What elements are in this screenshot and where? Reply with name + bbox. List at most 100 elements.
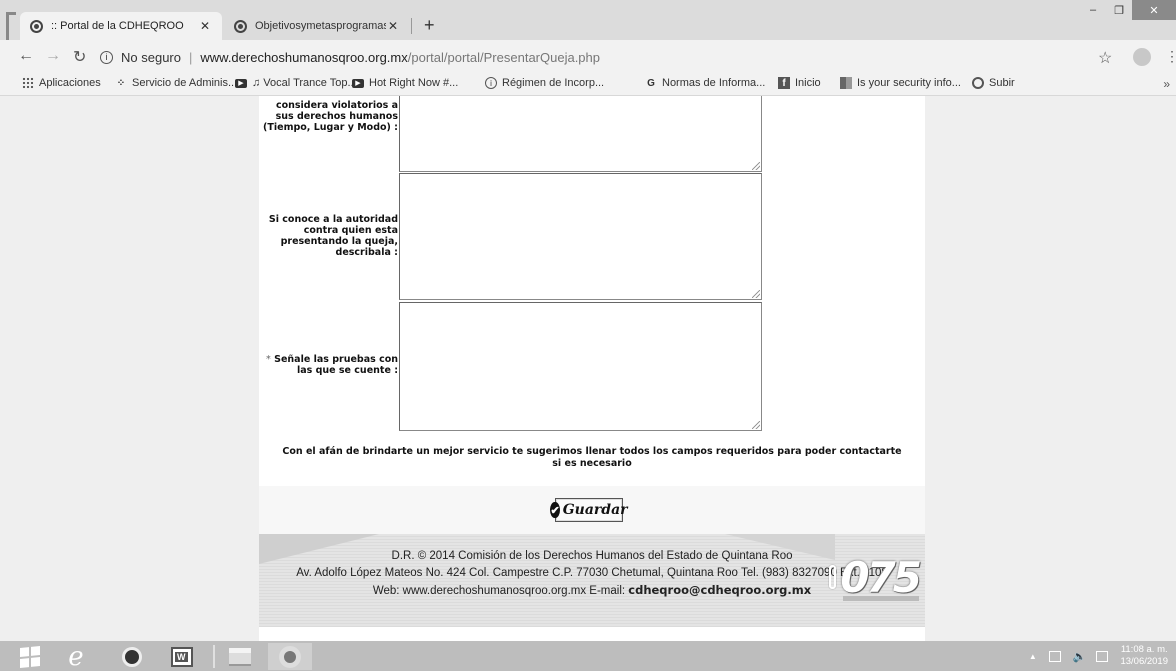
footer-text: D.R. © 2014 Comisión de los Derechos Hum… xyxy=(259,548,925,600)
browser-toolbar: ← → ↻ i No seguro | www.derechoshumanosq… xyxy=(0,40,1176,74)
address-separator: | xyxy=(188,49,193,65)
internet-explorer-button[interactable]: e xyxy=(54,643,98,670)
reload-icon[interactable]: ↻ xyxy=(73,47,86,67)
window-controls: – ❐ ✕ xyxy=(1080,0,1176,22)
label-line: presentando la queja, xyxy=(280,236,398,247)
apps-grid-icon xyxy=(22,77,34,89)
profile-avatar-icon[interactable] xyxy=(1133,48,1151,66)
save-button[interactable]: ✔ Guardar xyxy=(550,498,628,522)
label-line: describala : xyxy=(335,247,398,258)
url-path: /portal/portal/PresentarQueja.php xyxy=(407,49,600,65)
required-marker: * xyxy=(266,354,271,365)
bookmarks-bar: Aplicaciones ⁘ Servicio de Adminis... ▶ … xyxy=(0,74,1176,96)
label-line: (Tiempo, Lugar y Modo) : xyxy=(263,122,398,133)
bookmark-subir[interactable]: Subir xyxy=(972,77,1015,89)
bookmark-normas[interactable]: G Normas de Informa... xyxy=(645,77,765,89)
bookmark-inicio[interactable]: f Inicio xyxy=(778,77,821,89)
word-icon: W xyxy=(171,646,193,667)
tab-separator xyxy=(411,18,412,34)
google-icon: G xyxy=(647,77,655,89)
pruebas-label: * Señale las pruebas con las que se cuen… xyxy=(259,354,398,376)
tab-objetivos[interactable]: Objetivosymetasprogramasaprob ✕ xyxy=(224,12,410,40)
back-arrow-icon[interactable]: ← xyxy=(18,47,34,65)
bookmark-label: Is your security info... xyxy=(857,77,961,89)
bookmark-servicio-administracion[interactable]: ⁘ Servicio de Adminis... xyxy=(115,77,237,89)
firefox-button[interactable] xyxy=(110,643,154,670)
address-bar[interactable]: i No seguro | www.derechoshumanosqroo.or… xyxy=(100,46,1100,68)
system-tray: ▲ 🔈 11:08 a. m. 13/06/2019 xyxy=(1029,641,1176,671)
network-icon[interactable] xyxy=(1048,650,1061,662)
close-tab-icon[interactable]: ✕ xyxy=(386,19,400,33)
bookmark-star-icon[interactable]: ☆ xyxy=(1098,48,1112,68)
page-viewport: considera violatorios a sus derechos hum… xyxy=(0,96,1176,641)
chrome-button[interactable] xyxy=(268,643,312,670)
autoridad-label: Si conoce a la autoridad contra quien es… xyxy=(259,214,398,258)
facebook-icon: f xyxy=(778,77,790,89)
label-line: sus derechos humanos xyxy=(275,111,398,122)
autoridad-textarea[interactable] xyxy=(399,173,762,300)
address-line: Av. Adolfo López Mateos No. 424 Col. Cam… xyxy=(296,567,888,579)
windows-logo-icon xyxy=(20,645,40,668)
sat-icon: ⁘ xyxy=(116,77,126,89)
start-button[interactable] xyxy=(8,643,52,670)
windows-taskbar: e W ▲ 🔈 11:08 a. m. 13/06/2019 xyxy=(0,641,1176,671)
file-explorer-button[interactable] xyxy=(218,643,262,670)
logo-text: 075 xyxy=(840,552,922,602)
youtube-icon: ▶ xyxy=(235,78,247,88)
resize-grip-icon[interactable] xyxy=(752,421,760,429)
forward-arrow-icon[interactable]: → xyxy=(45,47,61,65)
close-tab-icon[interactable]: ✕ xyxy=(198,19,212,33)
microsoft-icon xyxy=(840,77,852,89)
bookmark-hot-right-now[interactable]: ▶ Hot Right Now #... xyxy=(352,77,458,89)
file-explorer-icon xyxy=(229,647,251,666)
label-line: las que se cuente : xyxy=(296,365,398,376)
globe-icon xyxy=(234,19,247,33)
clock[interactable]: 11:08 a. m. 13/06/2019 xyxy=(1120,644,1168,668)
label-line: Si conoce a la autoridad xyxy=(268,214,398,225)
bookmark-label: Inicio xyxy=(795,77,821,89)
more-bookmarks-icon[interactable]: » xyxy=(1163,77,1170,91)
globe-icon xyxy=(30,19,43,33)
bookmark-label: Subir xyxy=(989,77,1015,89)
hechos-textarea[interactable] xyxy=(399,96,762,172)
tab-title: :: Portal de la CDHEQROO xyxy=(51,20,184,32)
tab-portal-cdheqroo[interactable]: :: Portal de la CDHEQROO ✕ xyxy=(20,12,222,40)
new-tab-button[interactable]: + xyxy=(424,14,435,36)
tab-bar: :: Portal de la CDHEQROO ✕ Objetivosymet… xyxy=(0,0,1176,40)
logo-075: 075 xyxy=(829,552,922,602)
more-menu-icon[interactable]: ⋮ xyxy=(1165,48,1176,65)
bookmark-label: Hot Right Now #... xyxy=(369,77,459,89)
web-text: Web: www.derechoshumanosqroo.org.mx E-ma… xyxy=(372,585,629,597)
minimize-button[interactable]: – xyxy=(1080,0,1106,20)
site-footer: D.R. © 2014 Comisión de los Derechos Hum… xyxy=(259,534,925,627)
chrome-icon xyxy=(279,645,301,668)
resize-grip-icon[interactable] xyxy=(752,290,760,298)
form-note: Con el afán de brindarte un mejor servic… xyxy=(282,446,902,469)
url-host: www.derechoshumanosqroo.org.mx xyxy=(200,49,408,65)
email-link[interactable]: cdheqroo@cdheqroo.org.mx xyxy=(628,583,811,597)
speaker-icon[interactable]: 🔈 xyxy=(1073,650,1087,663)
word-button[interactable]: W xyxy=(160,643,204,670)
close-window-button[interactable]: ✕ xyxy=(1132,0,1176,20)
bookmark-label: ♫ Vocal Trance Top... xyxy=(252,77,357,89)
bookmark-security-info[interactable]: Is your security info... xyxy=(840,77,961,89)
hechos-label: considera violatorios a sus derechos hum… xyxy=(259,100,398,133)
complaint-form-panel: considera violatorios a sus derechos hum… xyxy=(259,96,925,641)
action-center-icon[interactable] xyxy=(1096,650,1109,662)
phone-icon xyxy=(829,565,837,589)
checkmark-icon: ✔ xyxy=(550,502,560,518)
label-line: considera violatorios a xyxy=(275,100,398,111)
bookmark-label: Normas de Informa... xyxy=(662,77,766,89)
bookmark-regimen[interactable]: i Régimen de Incorp... xyxy=(485,77,604,89)
tab-strip-edge xyxy=(6,12,16,40)
restore-button[interactable]: ❐ xyxy=(1106,0,1132,20)
security-status: No seguro xyxy=(121,49,181,65)
copyright-line: D.R. © 2014 Comisión de los Derechos Hum… xyxy=(391,550,793,562)
logo-strip xyxy=(843,596,919,601)
show-hidden-icons-icon[interactable]: ▲ xyxy=(1029,652,1037,661)
resize-grip-icon[interactable] xyxy=(752,162,760,170)
info-icon[interactable]: i xyxy=(100,50,113,64)
bookmark-aplicaciones[interactable]: Aplicaciones xyxy=(22,77,101,89)
pruebas-textarea[interactable] xyxy=(399,302,762,431)
bookmark-vocal-trance[interactable]: ▶ ♫ Vocal Trance Top... xyxy=(235,77,357,89)
